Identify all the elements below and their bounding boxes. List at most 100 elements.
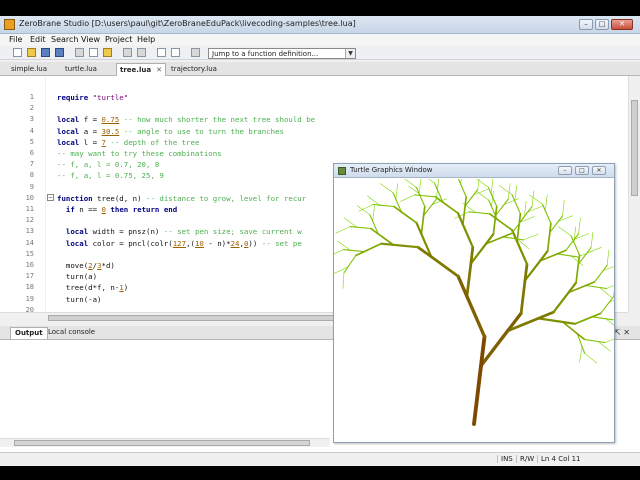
tree-branch bbox=[604, 338, 614, 343]
code-line[interactable]: local width = pnsz(n) -- set pen size; s… bbox=[57, 227, 302, 236]
tree-branch bbox=[479, 180, 489, 188]
save-all-icon[interactable] bbox=[55, 48, 64, 57]
tab-output[interactable]: Output bbox=[10, 327, 48, 339]
tree-branch bbox=[400, 198, 406, 202]
tab-tree-lua[interactable]: tree.lua ✕ bbox=[116, 63, 166, 76]
code-line[interactable]: tree(d*f, n-1) bbox=[57, 283, 128, 292]
line-number: 13 bbox=[25, 227, 34, 236]
tree-branch bbox=[349, 249, 365, 253]
tree-branch bbox=[499, 185, 504, 189]
open-file-icon[interactable] bbox=[27, 48, 36, 57]
undo-icon[interactable] bbox=[123, 48, 132, 57]
title-bar[interactable]: ZeroBrane Studio [D:\users\paul\git\Zero… bbox=[0, 16, 640, 34]
tab-simple-lua[interactable]: simple.lua bbox=[8, 63, 60, 76]
tree-branch bbox=[361, 208, 371, 216]
screen: ZeroBrane Studio [D:\users\paul\git\Zero… bbox=[0, 0, 640, 480]
tab-local-console[interactable]: Local console bbox=[44, 327, 99, 339]
menu-edit[interactable]: Edit bbox=[30, 35, 46, 44]
code-line[interactable]: -- f, a, l = 0.75, 25, 9 bbox=[57, 171, 164, 180]
code-line[interactable]: -- may want to try these combinations bbox=[57, 149, 222, 158]
tree-branch bbox=[606, 347, 611, 352]
code-line[interactable]: function tree(d, n) -- distance to grow,… bbox=[57, 194, 306, 203]
chevron-down-icon[interactable]: ▼ bbox=[345, 49, 355, 58]
code-line[interactable]: local a = 30.5 -- angle to use to turn t… bbox=[57, 127, 284, 136]
code-line[interactable]: if n == 0 then return end bbox=[57, 205, 177, 214]
scrollbar-thumb[interactable] bbox=[14, 440, 310, 446]
line-number: 8 bbox=[29, 171, 34, 180]
tree-branch bbox=[607, 293, 613, 298]
tab-trajectory-lua[interactable]: trajectory.lua bbox=[168, 63, 234, 76]
tree-branch bbox=[536, 310, 555, 320]
scrollbar-thumb[interactable] bbox=[48, 315, 338, 321]
fold-toggle-icon[interactable]: − bbox=[47, 194, 54, 201]
turtle-close-button[interactable]: ✕ bbox=[592, 166, 606, 175]
tree-branch bbox=[556, 253, 572, 257]
turtle-minimize-button[interactable]: – bbox=[558, 166, 572, 175]
tab-turtle-lua[interactable]: turtle.lua bbox=[62, 63, 114, 76]
tree-branch bbox=[552, 291, 570, 314]
paste-icon[interactable] bbox=[103, 48, 112, 57]
turtle-graphics-window[interactable]: Turtle Graphics Window – □ ✕ bbox=[333, 163, 615, 443]
turtle-title-bar[interactable]: Turtle Graphics Window – □ ✕ bbox=[334, 164, 614, 178]
line-number: 17 bbox=[25, 272, 34, 281]
tree-branch bbox=[562, 205, 564, 217]
tree-branch bbox=[509, 183, 511, 189]
replace-icon[interactable] bbox=[171, 48, 180, 57]
new-file-icon[interactable] bbox=[13, 48, 22, 57]
save-icon[interactable] bbox=[41, 48, 50, 57]
function-list-icon[interactable] bbox=[191, 48, 200, 57]
code-line[interactable]: -- f, a, l = 0.7, 20, 8 bbox=[57, 160, 159, 169]
find-icon[interactable] bbox=[157, 48, 166, 57]
tree-branch bbox=[573, 241, 581, 256]
menu-file[interactable]: File bbox=[9, 35, 22, 44]
tree-branch bbox=[356, 226, 372, 230]
redo-icon[interactable] bbox=[137, 48, 146, 57]
menu-bar: File Edit Search View Project Help bbox=[0, 34, 640, 46]
panel-pin-icon[interactable]: ⇱ ✕ bbox=[614, 328, 630, 337]
cut-icon[interactable] bbox=[75, 48, 84, 57]
tree-branch bbox=[562, 229, 572, 237]
menu-view[interactable]: View bbox=[81, 35, 100, 44]
close-icon[interactable]: ✕ bbox=[156, 64, 162, 76]
menu-help[interactable]: Help bbox=[137, 35, 155, 44]
window-title: ZeroBrane Studio [D:\users\paul\git\Zero… bbox=[19, 19, 356, 28]
tree-branch bbox=[433, 182, 438, 191]
code-line[interactable]: require "turtle" bbox=[57, 93, 128, 102]
code-line[interactable]: turn(a) bbox=[57, 272, 97, 281]
minimize-button[interactable]: – bbox=[579, 19, 593, 30]
code-line[interactable]: local f = 0.75 -- how much shorter the n… bbox=[57, 115, 315, 124]
line-number: 9 bbox=[29, 182, 34, 191]
close-button[interactable]: ✕ bbox=[611, 19, 633, 30]
toolbar: Jump to a function definition... ▼ bbox=[0, 46, 640, 60]
output-horizontal-scrollbar[interactable] bbox=[0, 438, 330, 447]
menu-search[interactable]: Search bbox=[51, 35, 78, 44]
tree-branch bbox=[556, 249, 567, 255]
code-line[interactable]: local l = 7 -- depth of the tree bbox=[57, 138, 199, 147]
tree-branch bbox=[590, 236, 593, 248]
tree-branch bbox=[373, 205, 375, 212]
tree-branch bbox=[420, 214, 425, 235]
line-number: 7 bbox=[29, 160, 34, 169]
tree-branch bbox=[591, 231, 594, 238]
scrollbar-thumb[interactable] bbox=[631, 100, 638, 196]
tree-branch bbox=[488, 199, 493, 208]
line-number: 18 bbox=[25, 283, 34, 292]
tree-branch bbox=[462, 205, 466, 226]
turtle-maximize-button[interactable]: □ bbox=[575, 166, 589, 175]
line-number: 12 bbox=[25, 216, 34, 225]
tree-branch bbox=[532, 190, 535, 197]
editor-vertical-scrollbar[interactable] bbox=[628, 76, 640, 312]
copy-icon[interactable] bbox=[89, 48, 98, 57]
tab-label: tree.lua bbox=[120, 66, 152, 74]
tree-branch bbox=[420, 194, 436, 198]
function-jump-combo[interactable]: Jump to a function definition... ▼ bbox=[208, 48, 356, 59]
tree-branch bbox=[408, 186, 414, 190]
code-line[interactable]: move(2/3*d) bbox=[57, 261, 115, 270]
code-line[interactable]: local color = pncl(colr(127,(10 - n)*24,… bbox=[57, 239, 302, 248]
menu-project[interactable]: Project bbox=[105, 35, 132, 44]
tree-branch bbox=[563, 200, 565, 207]
maximize-button[interactable]: □ bbox=[595, 19, 609, 30]
tree-branch bbox=[480, 193, 489, 201]
tree-branch bbox=[565, 238, 575, 251]
code-line[interactable]: turn(-a) bbox=[57, 295, 102, 304]
